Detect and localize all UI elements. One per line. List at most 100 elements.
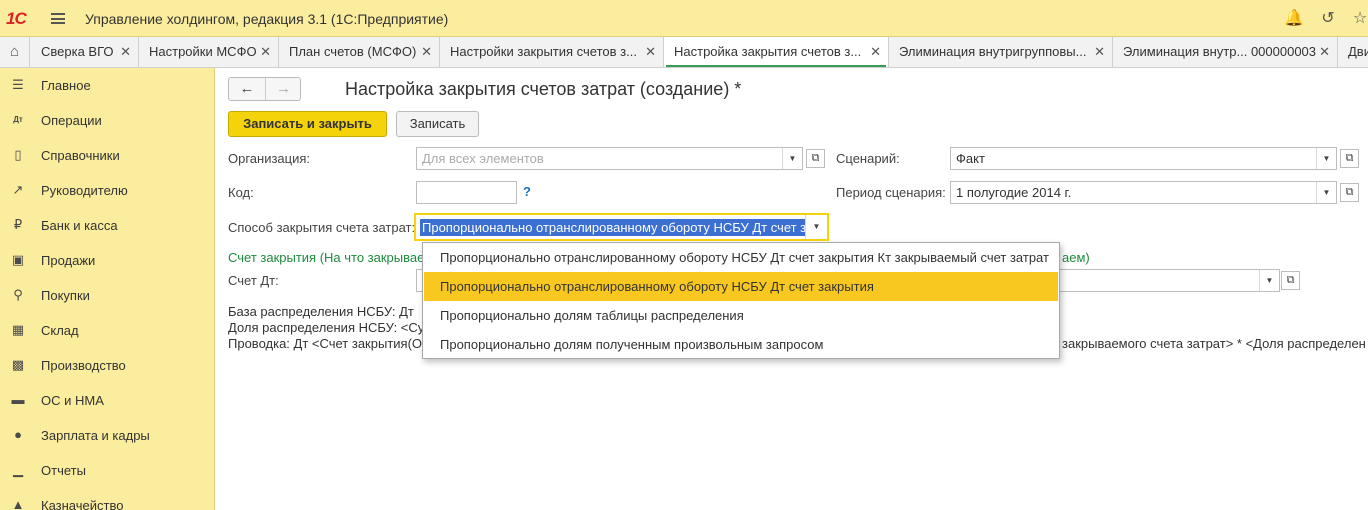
sidebar-item-label: Казначейство	[41, 498, 124, 510]
close-icon[interactable]: ✕	[870, 37, 881, 66]
tab-label: План счетов (МСФО)	[289, 44, 417, 59]
scenario-field[interactable]: Факт ▼	[950, 147, 1337, 170]
code-input[interactable]	[416, 181, 517, 204]
app-logo[interactable]: 1С	[6, 9, 27, 29]
save-button[interactable]: Записать	[396, 111, 479, 137]
sidebar-item-bank[interactable]: ₽ Банк и касса	[0, 208, 214, 243]
cart-icon: ⚲	[13, 287, 23, 302]
tab-elimination[interactable]: Элиминация внутригрупповы... ✕	[889, 37, 1113, 67]
tab-closing-settings-list[interactable]: Настройки закрытия счетов з... ✕	[440, 37, 664, 67]
person-icon: ●	[14, 427, 22, 442]
code-label: Код:	[228, 185, 254, 200]
open-windows-tabs: ⌂ Сверка ВГО ✕ Настройки МСФО ✕ План сче…	[0, 37, 1368, 68]
bell-icon[interactable]: 🔔	[1284, 9, 1304, 29]
tab-sverka-vgo[interactable]: Сверка ВГО ✕	[31, 37, 139, 67]
close-icon[interactable]: ✕	[421, 37, 432, 66]
tab-msfo-settings[interactable]: Настройки МСФО ✕	[139, 37, 279, 67]
sidebar-item-label: Продажи	[41, 253, 96, 268]
back-arrow-icon[interactable]: ←	[229, 78, 265, 100]
bar-chart-icon: ▁	[13, 462, 23, 477]
star-icon[interactable]: ☆	[1350, 9, 1368, 29]
forward-arrow-icon[interactable]: →	[265, 78, 301, 100]
scenario-value: Факт	[956, 151, 985, 166]
sidebar-item-payroll[interactable]: ● Зарплата и кадры	[0, 418, 214, 453]
closing-method-value[interactable]: Пропорционально отранслированному оборот…	[420, 219, 805, 236]
sidebar-item-main[interactable]: ☰ Главное	[0, 68, 214, 103]
tab-truncated[interactable]: Дви	[1338, 37, 1368, 67]
history-nav: ← →	[228, 77, 301, 101]
tab-chart-of-accounts[interactable]: План счетов (МСФО) ✕	[279, 37, 440, 67]
sidebar-item-production[interactable]: ▩ Производство	[0, 348, 214, 383]
app-title: Управление холдингом, редакция 3.1 (1С:П…	[85, 11, 449, 27]
closing-account-group-label: Счет закрытия (На что закрывае	[228, 250, 425, 265]
tab-label: Настройки МСФО	[149, 44, 257, 59]
dropdown-option[interactable]: Пропорционально долям таблицы распределе…	[424, 301, 1058, 330]
sidebar-item-label: Покупки	[41, 288, 90, 303]
save-and-close-button[interactable]: Записать и закрыть	[228, 111, 387, 137]
open-item-icon[interactable]: ⧉	[806, 149, 825, 168]
closing-method-combobox[interactable]: Пропорционально отранслированному оборот…	[414, 213, 829, 241]
chevron-down-icon[interactable]: ▼	[782, 148, 802, 169]
home-icon[interactable]: ⌂	[0, 37, 30, 67]
tab-closing-setting-active[interactable]: Настройка закрытия счетов з... ✕	[664, 37, 889, 67]
shopping-bag-icon: ▣	[11, 252, 25, 267]
tab-label: Настройка закрытия счетов з...	[674, 44, 862, 59]
close-icon[interactable]: ✕	[1319, 37, 1330, 66]
sidebar-item-label: ОС и НМА	[41, 393, 104, 408]
sidebar-item-label: Зарплата и кадры	[41, 428, 150, 443]
tab-label: Элиминация внутригрупповы...	[899, 44, 1087, 59]
sidebar-item-assets[interactable]: ▬ ОС и НМА	[0, 383, 214, 418]
sidebar-item-sales[interactable]: ▣ Продажи	[0, 243, 214, 278]
truck-icon: ▬	[11, 392, 25, 407]
tab-label: Настройки закрытия счетов з...	[450, 44, 637, 59]
tab-label: Элиминация внутр... 000000003	[1123, 44, 1317, 59]
sidebar-item-label: Руководителю	[41, 183, 128, 198]
chevron-down-icon[interactable]: ▼	[1316, 182, 1336, 203]
period-value: 1 полугодие 2014 г.	[956, 185, 1072, 200]
main-menu-icon[interactable]	[51, 13, 65, 24]
sidebar-item-reports[interactable]: ▁ Отчеты	[0, 453, 214, 488]
open-item-icon[interactable]: ⧉	[1340, 183, 1359, 202]
close-icon[interactable]: ✕	[645, 37, 656, 66]
sidebar-item-operations[interactable]: Дт Операции	[0, 103, 214, 138]
sections-panel: ☰ Главное Дт Операции ▯ Справочники ↗ Ру…	[0, 68, 215, 510]
close-icon[interactable]: ✕	[1094, 37, 1105, 66]
chevron-down-icon[interactable]: ▼	[1316, 148, 1336, 169]
close-icon[interactable]: ✕	[260, 37, 271, 66]
distribution-share-text: Доля распределения НСБУ: <Су	[228, 320, 425, 335]
account-dt-label: Счет Дт:	[228, 273, 279, 288]
organization-field[interactable]: Для всех элементов ▼	[416, 147, 803, 170]
organization-label: Организация:	[228, 151, 311, 166]
tab-label: Дви	[1348, 44, 1368, 59]
tab-elimination-doc[interactable]: Элиминация внутр... 000000003 ✕	[1113, 37, 1338, 67]
period-label: Период сценария:	[836, 185, 946, 200]
sidebar-item-label: Отчеты	[41, 463, 86, 478]
history-icon[interactable]: ↺	[1318, 9, 1338, 29]
trend-chart-icon: ↗	[12, 182, 24, 197]
open-item-icon[interactable]: ⧉	[1340, 149, 1359, 168]
dropdown-option[interactable]: Пропорционально отранслированному оборот…	[424, 243, 1058, 272]
sidebar-item-label: Главное	[41, 78, 91, 93]
chevron-down-icon[interactable]: ▼	[1259, 270, 1279, 291]
books-icon: ▯	[14, 147, 22, 162]
title-bar: 1С Управление холдингом, редакция 3.1 (1…	[0, 0, 1368, 37]
close-icon[interactable]: ✕	[120, 37, 131, 66]
dropdown-option[interactable]: Пропорционально долям полученным произво…	[424, 330, 1058, 359]
dropdown-option-selected[interactable]: Пропорционально отранслированному оборот…	[424, 272, 1058, 301]
tab-label: Сверка ВГО	[41, 44, 114, 59]
sidebar-item-manager[interactable]: ↗ Руководителю	[0, 173, 214, 208]
sidebar-item-treasury[interactable]: ▲ Казначейство	[0, 488, 214, 510]
page-title: Настройка закрытия счетов затрат (создан…	[345, 79, 742, 99]
open-item-icon[interactable]: ⧉	[1281, 271, 1300, 290]
chevron-down-icon[interactable]: ▼	[805, 215, 827, 239]
posting-text: Проводка: Дт <Счет закрытия(О	[228, 336, 423, 351]
scenario-label: Сценарий:	[836, 151, 900, 166]
sidebar-item-purchases[interactable]: ⚲ Покупки	[0, 278, 214, 313]
help-icon[interactable]: ?	[523, 184, 531, 199]
method-label: Способ закрытия счета затрат:	[228, 220, 416, 235]
period-field[interactable]: 1 полугодие 2014 г. ▼	[950, 181, 1337, 204]
organization-placeholder: Для всех элементов	[422, 151, 544, 166]
sidebar-item-label: Производство	[41, 358, 126, 373]
sidebar-item-warehouse[interactable]: ▦ Склад	[0, 313, 214, 348]
sidebar-item-catalogs[interactable]: ▯ Справочники	[0, 138, 214, 173]
